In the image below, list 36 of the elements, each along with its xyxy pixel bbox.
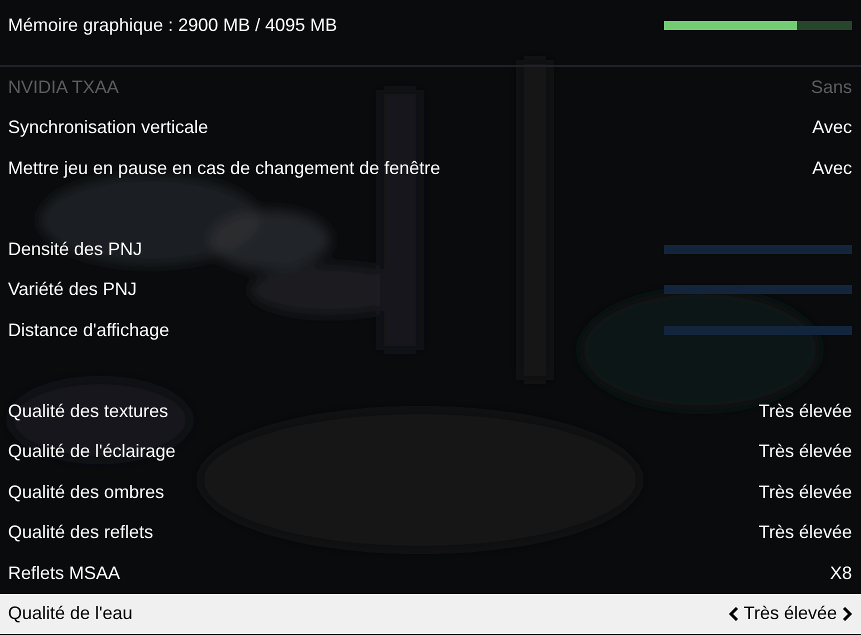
- settings-row[interactable]: Distance d'affichage: [0, 310, 861, 350]
- setting-label: Qualité des ombres: [8, 482, 164, 503]
- settings-row[interactable]: Reflets MSAA X8: [0, 553, 861, 594]
- memory-label: Mémoire graphique : 2900 MB / 4095 MB: [8, 14, 338, 36]
- setting-label: Qualité des reflets: [8, 522, 154, 544]
- settings-row[interactable]: Qualité de l'éclairage Très élevée: [0, 432, 861, 472]
- settings-row[interactable]: Qualité des textures Très élevée: [0, 391, 861, 432]
- setting-value: Très élevée: [758, 522, 852, 544]
- settings-row[interactable]: Synchronisation verticale Avec: [0, 108, 861, 148]
- settings-row[interactable]: Mettre jeu en pause en cas de changement de fenêtre Avec: [0, 148, 861, 188]
- setting-label: Qualité des textures: [8, 400, 168, 422]
- setting-value: Sans: [810, 76, 852, 98]
- setting-label: Qualité de l'éclairage: [8, 441, 176, 462]
- setting-value: Très élevée: [758, 441, 852, 462]
- settings-row[interactable]: Qualité de l'eau Très élevée: [0, 594, 861, 634]
- setting-value: Très élevée: [758, 400, 852, 422]
- slider[interactable]: [664, 285, 852, 294]
- setting-label: Synchronisation verticale: [8, 117, 208, 138]
- setting-label: Densité des PNJ: [8, 238, 142, 260]
- settings-row[interactable]: Qualité des ombres Très élevée: [0, 472, 861, 512]
- chevron-left-icon[interactable]: [728, 606, 739, 621]
- setting-value: Très élevée: [744, 603, 837, 624]
- setting-value: Très élevée: [758, 482, 852, 503]
- chevron-right-icon[interactable]: [842, 606, 852, 621]
- setting-label: Distance d'affichage: [8, 320, 170, 341]
- settings-row[interactable]: Variété des PNJ: [0, 270, 861, 310]
- setting-value: Avec: [812, 117, 852, 138]
- setting-label: Variété des PNJ: [8, 279, 137, 300]
- setting-label: Mettre jeu en pause en cas de changement de fenêtre: [8, 158, 440, 179]
- setting-value: X8: [830, 562, 852, 584]
- settings-row[interactable]: Qualité des reflets Très élevée: [0, 512, 861, 553]
- setting-label: Qualité de l'eau: [8, 603, 133, 624]
- setting-value: Avec: [812, 158, 852, 179]
- setting-label: NVIDIA TXAA: [8, 76, 119, 98]
- setting-label: Reflets MSAA: [8, 562, 120, 584]
- settings-row[interactable]: Densité des PNJ: [0, 229, 861, 270]
